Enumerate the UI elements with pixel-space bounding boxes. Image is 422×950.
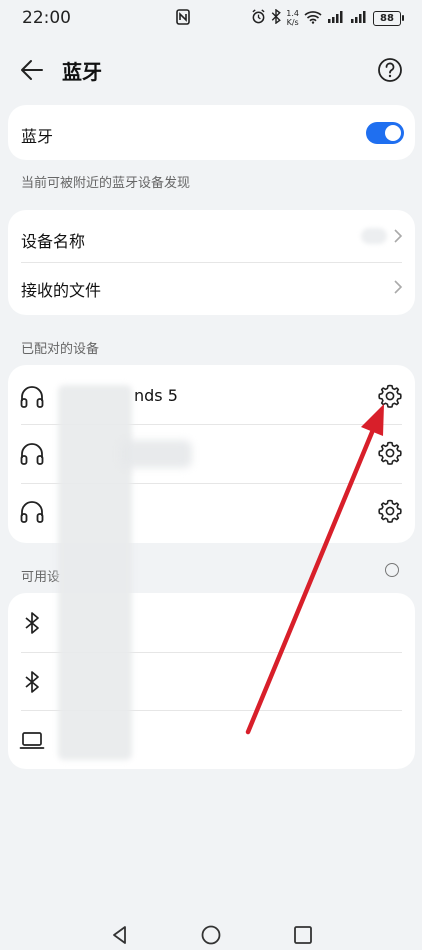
headphones-icon: [19, 384, 45, 410]
available-section-label: 可用设: [21, 570, 61, 585]
network-speed-value: 1.4: [286, 9, 299, 18]
toggle-knob: [385, 125, 401, 141]
privacy-blur: [58, 385, 132, 760]
nav-home-icon[interactable]: [200, 924, 222, 946]
bluetooth-toggle[interactable]: [366, 122, 404, 144]
bluetooth-icon: [19, 610, 45, 636]
privacy-blur: [120, 440, 192, 468]
bluetooth-label: 蓝牙: [21, 127, 54, 146]
discoverable-hint: 当前可被附近的蓝牙设备发现: [21, 176, 191, 191]
bluetooth-status-icon: [271, 8, 282, 27]
device-name-label: 设备名称: [21, 232, 86, 251]
device-name-value: [361, 228, 387, 244]
device-name-row[interactable]: 设备名称: [8, 210, 415, 262]
network-speed: 1.4 K/s: [286, 9, 299, 27]
wifi-icon: [304, 10, 322, 27]
received-files-label: 接收的文件: [21, 281, 102, 300]
status-time: 22:00: [22, 8, 71, 28]
help-icon[interactable]: [376, 56, 404, 84]
bluetooth-card: 蓝牙: [8, 105, 415, 160]
headphones-icon: [19, 441, 45, 467]
settings-card: 设备名称 接收的文件: [8, 210, 415, 315]
navigation-bar: [0, 910, 422, 950]
scanning-indicator-icon: [385, 563, 399, 577]
page-title: 蓝牙: [62, 60, 102, 84]
back-arrow-icon[interactable]: [18, 56, 46, 84]
gear-icon[interactable]: [377, 498, 403, 524]
nfc-icon: [176, 9, 190, 29]
paired-device-name: nds 5: [134, 386, 178, 405]
status-icons: 1.4 K/s 88: [251, 8, 404, 27]
chevron-right-icon: [393, 279, 403, 295]
status-bar: 22:00 1.4 K/s 88: [0, 0, 422, 38]
alarm-icon: [251, 9, 266, 27]
bluetooth-icon: [19, 669, 45, 695]
signal-icon-2: [350, 10, 368, 26]
signal-icon-1: [327, 10, 345, 26]
laptop-icon: [19, 727, 45, 753]
chevron-right-icon: [393, 228, 403, 244]
paired-section-label: 已配对的设备: [21, 342, 100, 357]
nav-back-icon[interactable]: [109, 924, 131, 946]
battery-level: 88: [373, 10, 401, 26]
nav-recents-icon[interactable]: [292, 924, 314, 946]
received-files-row[interactable]: 接收的文件: [8, 263, 415, 315]
battery-icon: 88: [373, 10, 404, 26]
network-speed-unit: K/s: [286, 18, 299, 27]
gear-icon[interactable]: [377, 440, 403, 466]
headphones-icon: [19, 499, 45, 525]
header: 蓝牙: [0, 44, 422, 94]
gear-icon[interactable]: [377, 383, 403, 409]
